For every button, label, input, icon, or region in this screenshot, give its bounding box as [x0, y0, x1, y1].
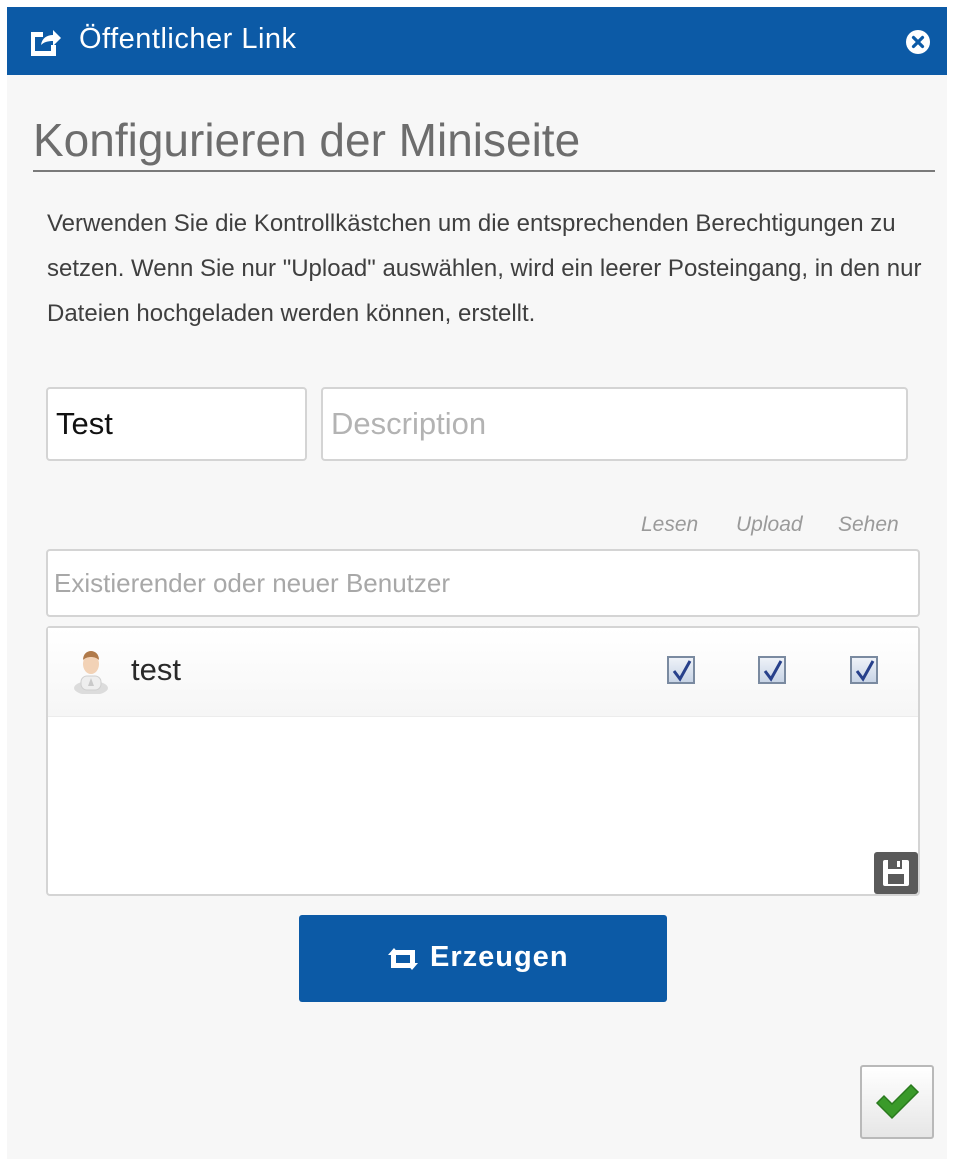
dialog-title: Öffentlicher Link	[79, 23, 297, 55]
column-header-lesen: Lesen	[641, 513, 699, 536]
permission-checkbox-sehen[interactable]	[850, 656, 878, 684]
checkmark-icon	[875, 1083, 920, 1120]
retweet-icon	[388, 948, 418, 970]
user-permission-list: test	[46, 626, 920, 896]
permission-checkbox-lesen[interactable]	[667, 656, 695, 684]
save-button[interactable]	[874, 852, 918, 894]
floppy-disk-icon	[883, 860, 909, 886]
checkmark-icon	[763, 660, 783, 682]
confirm-button[interactable]	[860, 1065, 934, 1139]
heading-divider	[33, 170, 935, 172]
generate-button[interactable]: Erzeugen	[299, 915, 667, 1002]
dialog-titlebar: Öffentlicher Link	[7, 7, 947, 75]
generate-button-label: Erzeugen	[430, 941, 569, 973]
permission-checkbox-upload[interactable]	[758, 656, 786, 684]
checkmark-icon	[855, 660, 875, 682]
user-row: test	[48, 628, 918, 717]
close-icon[interactable]	[905, 29, 931, 55]
column-header-upload: Upload	[736, 513, 803, 536]
column-header-sehen: Sehen	[838, 513, 899, 536]
user-avatar-icon	[74, 651, 108, 694]
checkmark-icon	[672, 660, 692, 682]
description-input[interactable]	[321, 387, 908, 461]
permissions-description: Verwenden Sie die Kontrollkästchen um di…	[47, 210, 922, 327]
user-name: test	[131, 652, 181, 687]
page-title: Konfigurieren der Miniseite	[33, 114, 581, 166]
share-icon	[31, 30, 61, 56]
name-input[interactable]	[46, 387, 307, 461]
public-link-dialog: Öffentlicher Link Konfigurieren der Mini…	[7, 7, 947, 1159]
user-search-input[interactable]	[46, 549, 920, 617]
